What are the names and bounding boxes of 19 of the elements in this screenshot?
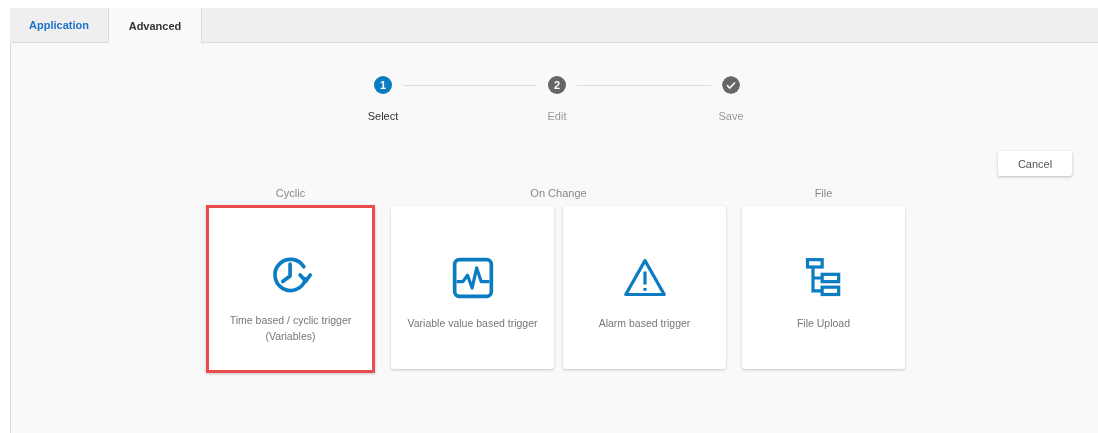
card-label: Alarm based trigger [598, 316, 691, 331]
step-number: 2 [548, 76, 566, 94]
step-label: Edit [547, 110, 567, 122]
group-title: On Change [530, 187, 587, 201]
card-label: File Upload [796, 316, 851, 331]
trigger-card[interactable]: Time based / cyclic trigger (Variables) [206, 205, 375, 373]
pulse-icon [450, 256, 495, 300]
cancel-button[interactable]: Cancel [998, 151, 1072, 176]
card-label: Variable value based trigger [407, 316, 538, 331]
trigger-card[interactable]: Variable value based trigger [391, 206, 554, 369]
group-title: File [814, 187, 833, 201]
group-title: Cyclic [275, 187, 306, 201]
step-number: 1 [374, 76, 392, 94]
tab[interactable]: Advanced [109, 8, 202, 43]
card-label: Time based / cyclic trigger (Variables) [229, 313, 352, 344]
step-label: Save [718, 110, 744, 122]
step-label: Select [367, 110, 399, 122]
trigger-card[interactable]: Alarm based trigger [563, 206, 726, 369]
trigger-card[interactable]: File Upload [742, 206, 905, 369]
